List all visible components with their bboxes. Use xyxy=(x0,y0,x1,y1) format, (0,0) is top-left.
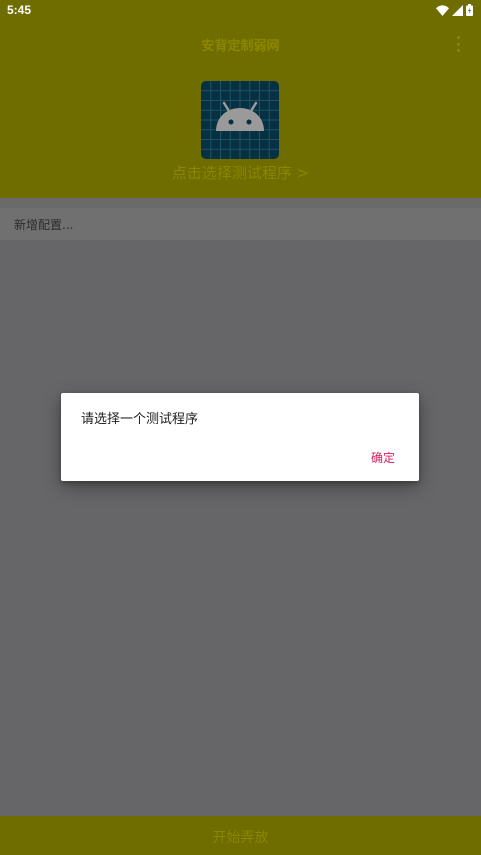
android-app-icon[interactable] xyxy=(201,81,279,159)
start-button[interactable]: 开始弄放 xyxy=(0,816,481,855)
config-list-area xyxy=(0,240,481,816)
status-time: 5:45 xyxy=(7,3,32,17)
start-button-label: 开始弄放 xyxy=(212,830,269,846)
section-divider xyxy=(0,198,481,208)
alert-dialog: 请选择一个测试程序 确定 xyxy=(61,393,419,481)
status-bar: 5:45 xyxy=(0,0,481,22)
select-test-app-link[interactable]: 点击选择测试程序 > xyxy=(0,162,481,183)
dialog-message: 请选择一个测试程序 xyxy=(81,412,199,427)
signal-icon xyxy=(452,4,463,16)
app-header: 安背定制弱网 点击选择测试程序 > xyxy=(0,22,481,198)
wifi-icon xyxy=(436,4,449,16)
battery-icon xyxy=(466,4,473,16)
dialog-ok-button[interactable]: 确定 xyxy=(371,449,395,466)
overflow-menu-icon[interactable] xyxy=(455,36,461,52)
add-config-row[interactable]: 新增配置... xyxy=(0,208,481,240)
status-icons xyxy=(436,4,473,16)
add-config-label: 新增配置... xyxy=(14,218,74,232)
page-title: 安背定制弱网 xyxy=(201,39,280,54)
